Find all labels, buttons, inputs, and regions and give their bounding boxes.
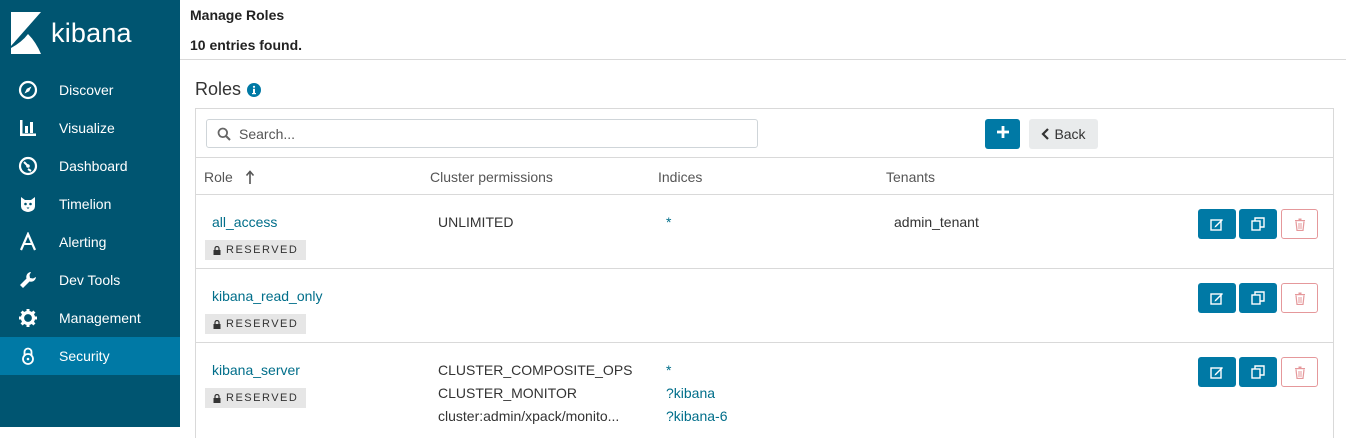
- column-header-indices: Indices: [658, 169, 703, 185]
- column-header-tenants: Tenants: [886, 169, 936, 185]
- edit-button[interactable]: [1198, 209, 1236, 239]
- reserved-label: RESERVED: [226, 244, 299, 256]
- sidebar-item-security[interactable]: Security: [0, 337, 180, 375]
- page-header: Manage Roles 10 entries found.: [180, 0, 1346, 60]
- entries-count: 10 entries found.: [190, 37, 303, 53]
- table-row: kibana_server RESERVED CLUSTER_COMPOSITE…: [196, 343, 1333, 424]
- sidebar: kibana Discover Visualize Dashboard Time…: [0, 0, 180, 427]
- timelion-icon: [17, 193, 39, 215]
- tenants-cell: admin_tenant: [894, 211, 979, 234]
- sidebar-item-alerting[interactable]: Alerting: [0, 223, 180, 261]
- edit-icon: [1210, 293, 1223, 305]
- role-link[interactable]: kibana_read_only: [212, 288, 323, 304]
- cluster-permission: cluster:admin/xpack/monito...: [438, 408, 620, 424]
- column-header-cluster: Cluster permissions: [430, 169, 553, 185]
- sidebar-item-label: Security: [59, 348, 110, 364]
- back-button-label: Back: [1054, 126, 1086, 142]
- page-title: Manage Roles: [190, 7, 285, 23]
- wrench-icon: [17, 269, 39, 291]
- edit-button[interactable]: [1198, 283, 1236, 313]
- trash-icon: [1294, 292, 1305, 305]
- trash-icon: [1294, 218, 1305, 231]
- cluster-permission: CLUSTER_COMPOSITE_OPS: [438, 362, 633, 378]
- plus-icon: [996, 125, 1009, 143]
- cluster-cell: UNLIMITED: [438, 211, 513, 234]
- trash-icon: [1294, 366, 1305, 379]
- reserved-badge: RESERVED: [205, 388, 307, 408]
- delete-button[interactable]: [1281, 357, 1318, 387]
- search-input[interactable]: [237, 124, 741, 143]
- role-link[interactable]: kibana_server: [212, 362, 300, 378]
- index-link[interactable]: ?kibana: [666, 382, 728, 405]
- sidebar-item-label: Timelion: [59, 196, 112, 212]
- sidebar-item-label: Management: [59, 310, 141, 326]
- duplicate-button[interactable]: [1239, 209, 1277, 239]
- sidebar-nav: Discover Visualize Dashboard Timelion Al…: [0, 71, 180, 375]
- lock-icon: [213, 319, 221, 329]
- section-title-text: Roles: [195, 79, 242, 99]
- indices-cell: * ?kibana ?kibana-6: [666, 359, 728, 428]
- gear-icon: [17, 307, 39, 329]
- sidebar-item-label: Visualize: [59, 120, 115, 136]
- sidebar-item-label: Dev Tools: [59, 272, 121, 288]
- column-header-role-label: Role: [204, 169, 233, 185]
- reserved-label: RESERVED: [226, 318, 299, 330]
- sort-ascending-icon[interactable]: [245, 170, 255, 187]
- column-header-role[interactable]: Role: [204, 169, 255, 187]
- sidebar-item-timelion[interactable]: Timelion: [0, 185, 180, 223]
- duplicate-button[interactable]: [1239, 283, 1277, 313]
- back-button[interactable]: Back: [1029, 119, 1098, 149]
- tenant-name: admin_tenant: [894, 214, 979, 230]
- search-icon: [217, 127, 231, 141]
- edit-button[interactable]: [1198, 357, 1236, 387]
- section-title: Roles: [195, 79, 262, 100]
- info-icon[interactable]: [247, 82, 262, 97]
- dashboard-icon: [17, 155, 39, 177]
- index-link[interactable]: ?kibana-6: [666, 405, 728, 428]
- copy-icon: [1251, 217, 1265, 231]
- search-box[interactable]: [206, 119, 758, 148]
- alerting-icon: [17, 231, 39, 253]
- add-role-button[interactable]: [985, 119, 1020, 149]
- bar-chart-icon: [17, 117, 39, 139]
- sidebar-item-label: Discover: [59, 82, 114, 98]
- cluster-permission: UNLIMITED: [438, 214, 514, 230]
- sidebar-item-dashboard[interactable]: Dashboard: [0, 147, 180, 185]
- table-row: kibana_read_only RESERVED: [196, 269, 1333, 343]
- chevron-left-icon: [1041, 128, 1050, 140]
- sidebar-item-discover[interactable]: Discover: [0, 71, 180, 109]
- copy-icon: [1251, 291, 1265, 305]
- reserved-badge: RESERVED: [205, 240, 307, 260]
- sidebar-item-visualize[interactable]: Visualize: [0, 109, 180, 147]
- delete-button[interactable]: [1281, 209, 1318, 239]
- sidebar-item-management[interactable]: Management: [0, 299, 180, 337]
- compass-icon: [17, 79, 39, 101]
- reserved-label: RESERVED: [226, 392, 299, 404]
- logo-text: kibana: [51, 17, 132, 48]
- roles-panel: Back Role Cluster permissions Indices Te…: [195, 108, 1334, 438]
- edit-icon: [1210, 367, 1223, 379]
- index-link[interactable]: *: [666, 211, 671, 234]
- edit-icon: [1210, 219, 1223, 231]
- cluster-permission: CLUSTER_MONITOR: [438, 385, 577, 401]
- copy-icon: [1251, 365, 1265, 379]
- lock-icon: [17, 345, 39, 367]
- table-row: all_access RESERVED UNLIMITED * admin_te…: [196, 195, 1333, 269]
- kibana-logo[interactable]: kibana: [10, 12, 132, 54]
- role-link[interactable]: all_access: [212, 214, 277, 230]
- cluster-cell: CLUSTER_COMPOSITE_OPS CLUSTER_MONITOR cl…: [438, 359, 633, 428]
- duplicate-button[interactable]: [1239, 357, 1277, 387]
- table-header: Role Cluster permissions Indices Tenants: [196, 157, 1333, 195]
- lock-icon: [213, 393, 221, 403]
- sidebar-item-label: Alerting: [59, 234, 107, 250]
- indices-cell: *: [666, 211, 671, 234]
- reserved-badge: RESERVED: [205, 314, 307, 334]
- delete-button[interactable]: [1281, 283, 1318, 313]
- kibana-logo-icon: [11, 12, 41, 54]
- lock-icon: [213, 245, 221, 255]
- index-link[interactable]: *: [666, 359, 728, 382]
- sidebar-item-dev-tools[interactable]: Dev Tools: [0, 261, 180, 299]
- sidebar-item-label: Dashboard: [59, 158, 128, 174]
